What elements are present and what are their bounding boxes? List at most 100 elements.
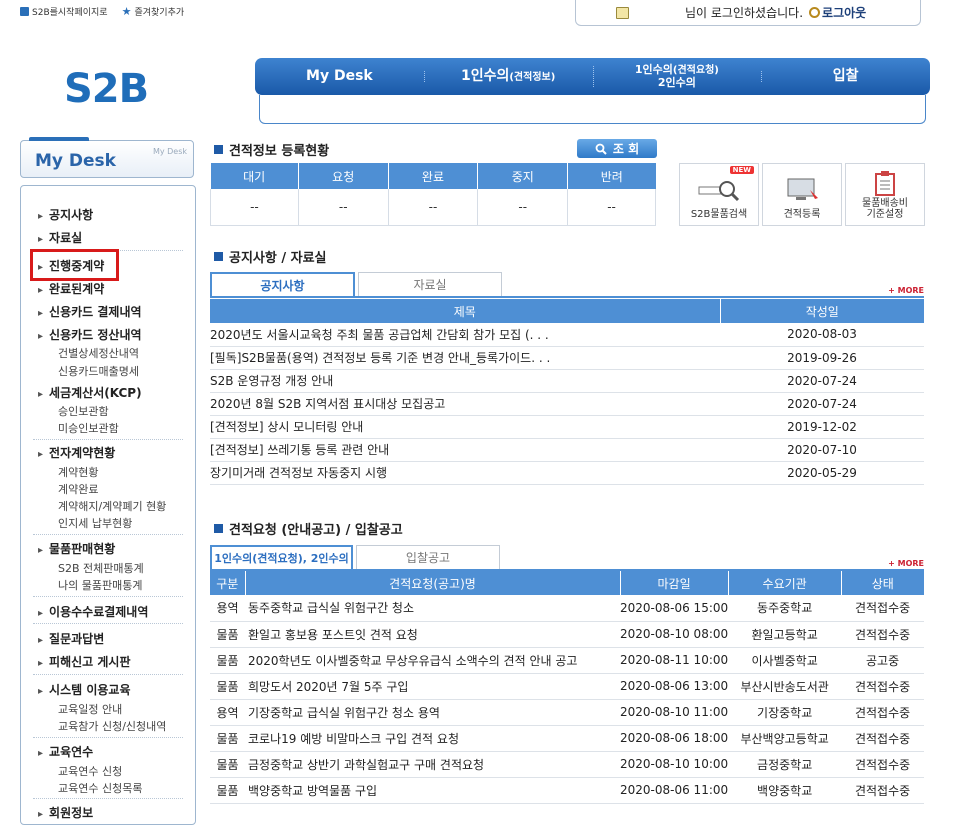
tab-notice[interactable]: 공지사항 — [210, 272, 355, 296]
sidebar-subitem[interactable]: S2B 전체판매통계 — [58, 560, 144, 576]
sidebar-subitem[interactable]: 건별상세정산내역 — [58, 345, 139, 361]
notice-date-cell: 2019-12-02 — [720, 415, 924, 439]
sidebar-subitem[interactable]: 교육참가 신청/신청내역 — [58, 718, 166, 734]
request-title-cell[interactable]: 환일고 홍보용 포스트잇 견적 요청 — [245, 621, 620, 648]
sidebar-subitem[interactable]: 교육일정 안내 — [58, 701, 122, 717]
nav-estimate-request[interactable]: 1인수의(견적요청) 2인수의 — [592, 64, 762, 88]
notice-title-cell[interactable]: [견적정보] 쓰레기통 등록 관련 안내 — [210, 438, 720, 462]
notice-date-cell: 2020-08-03 — [720, 323, 924, 347]
notice-more-link[interactable]: + MORE — [888, 286, 924, 295]
sidebar-item-member-info[interactable]: 회원정보 — [38, 804, 93, 821]
status-value[interactable]: -- — [567, 189, 656, 226]
table-row[interactable]: [견적정보] 상시 모니터링 안내 2019-12-02 — [210, 415, 924, 439]
tab-archive[interactable]: 자료실 — [358, 272, 502, 296]
add-favorite-link[interactable]: ★ 즐겨찾기추가 — [122, 5, 185, 18]
request-tabs: 1인수의(견적요청), 2인수의 입찰공고 + MORE — [210, 545, 924, 571]
sidebar-item-fee-payments[interactable]: 이용수수료결제내역 — [38, 603, 148, 620]
column-header: 구분 — [210, 571, 246, 595]
sidebar-item-sales-status[interactable]: 물품판매현황 — [38, 540, 115, 557]
estimate-status-table: 대기 요청 완료 중지 반려 -- -- -- -- -- — [210, 163, 656, 226]
sidebar-subitem[interactable]: 나의 물품판매통계 — [58, 577, 142, 593]
table-row[interactable]: 물품 2020학년도 이사벨중학교 무상우유급식 소액수의 견적 안내 공고 202… — [210, 647, 924, 674]
notice-header-row: 제목 작성일 — [210, 299, 924, 323]
status-value[interactable]: -- — [477, 189, 569, 226]
quick-label: 견적등록 — [783, 209, 821, 220]
request-deadline-cell: 2020-08-10 11:00 — [620, 699, 729, 726]
sidebar-item-qna[interactable]: 질문과답변 — [38, 630, 104, 647]
notice-title-cell[interactable]: [필독]S2B물품(용역) 견적정보 등록 기준 변경 안내_등록가이드. . … — [210, 346, 720, 370]
sidebar-subitem[interactable]: 계약현황 — [58, 464, 98, 480]
set-homepage-link[interactable]: S2B를시작페이지로 — [20, 5, 108, 18]
quick-label: 물품배송비 기준설정 — [862, 198, 908, 220]
table-row[interactable]: 2020년도 서울시교육청 주최 물품 공급업체 간담회 참가 모집 (. . … — [210, 323, 924, 347]
status-value[interactable]: -- — [210, 189, 299, 226]
sidebar-subitem[interactable]: 승인보관함 — [58, 403, 109, 419]
request-title-cell[interactable]: 백양중학교 방역물품 구입 — [245, 777, 620, 804]
nav-single-estimate-info[interactable]: 1인수의(견적정보) — [423, 69, 593, 84]
request-status-cell: 견적접수중 — [841, 751, 924, 778]
quick-shipping-settings[interactable]: 물품배송비 기준설정 — [845, 163, 925, 226]
status-value[interactable]: -- — [297, 189, 389, 226]
tab-bid-notices[interactable]: 입찰공고 — [356, 545, 500, 569]
sidebar-item-e-contract[interactable]: 전자계약현황 — [38, 444, 115, 461]
logout-button[interactable]: 로그아웃 — [809, 4, 866, 21]
set-homepage-label: S2B를시작페이지로 — [32, 7, 108, 18]
request-title-cell[interactable]: 동주중학교 급식실 위험구간 청소 — [245, 595, 620, 622]
request-agency-cell: 금정중학교 — [728, 751, 842, 778]
sidebar-item-system-training[interactable]: 시스템 이용교육 — [38, 681, 130, 698]
table-row[interactable]: 2020년 8월 S2B 지역서점 표시대상 모집공고 2020-07-24 — [210, 392, 924, 416]
status-value[interactable]: -- — [387, 189, 479, 226]
sidebar-subitem[interactable]: 미승인보관함 — [58, 420, 119, 436]
sidebar-item-completed-contracts[interactable]: 완료된계약 — [38, 280, 104, 297]
sidebar-subitem[interactable]: 교육연수 신청목록 — [58, 780, 142, 796]
table-row[interactable]: [필독]S2B물품(용역) 견적정보 등록 기준 변경 안내_등록가이드. . … — [210, 346, 924, 370]
sidebar-subitem[interactable]: 교육연수 신청 — [58, 763, 122, 779]
sidebar-item-education[interactable]: 교육연수 — [38, 743, 93, 760]
table-row[interactable]: 물품 백양중학교 방역물품 구입 2020-08-06 11:00 백양중학교 견적접수… — [210, 777, 924, 804]
sidebar-item-notice[interactable]: 공지사항 — [38, 206, 93, 223]
request-more-link[interactable]: + MORE — [888, 559, 924, 568]
request-status-cell: 견적접수중 — [841, 621, 924, 648]
sidebar-subitem[interactable]: 계약해지/계약폐기 현황 — [58, 498, 166, 514]
request-title-cell[interactable]: 희망도서 2020년 7월 5주 구입 — [245, 673, 620, 700]
notice-title-cell[interactable]: [견적정보] 상시 모니터링 안내 — [210, 415, 720, 439]
notice-title-cell[interactable]: 장기미거래 견적정보 자동중지 시행 — [210, 461, 720, 485]
sidebar-item-archive[interactable]: 자료실 — [38, 229, 82, 246]
notice-title-cell[interactable]: 2020년도 서울시교육청 주최 물품 공급업체 간담회 참가 모집 (. . … — [210, 323, 720, 347]
sidebar-subitem[interactable]: 신용카드매출명세 — [58, 363, 139, 379]
search-button[interactable]: 조 회 — [577, 139, 657, 158]
request-title-cell[interactable]: 금정중학교 상반기 과학실험교구 구매 견적요청 — [245, 751, 620, 778]
request-agency-cell: 백양중학교 — [728, 777, 842, 804]
table-row[interactable]: 물품 희망도서 2020년 7월 5주 구입 2020-08-06 13:00 부산시… — [210, 673, 924, 700]
nav-bid[interactable]: 입찰 — [761, 69, 930, 84]
sidebar-title: My Desk — [35, 151, 116, 171]
sidebar-subitem[interactable]: 인지세 납부현황 — [58, 515, 132, 531]
table-row[interactable]: 장기미거래 견적정보 자동중지 시행 2020-05-29 — [210, 461, 924, 485]
sidebar-subitem[interactable]: 계약완료 — [58, 481, 98, 497]
sidebar-item-card-payments[interactable]: 신용카드 결제내역 — [38, 303, 142, 320]
nav-mydesk[interactable]: My Desk — [255, 69, 424, 84]
quick-product-search[interactable]: NEW S2B물품검색 — [679, 163, 759, 226]
table-row[interactable]: [견적정보] 쓰레기통 등록 관련 안내 2020-07-10 — [210, 438, 924, 462]
table-row[interactable]: 용역 동주중학교 급식실 위험구간 청소 2020-08-06 15:00 동주중학교… — [210, 595, 924, 622]
notice-date-cell: 2020-07-24 — [720, 392, 924, 416]
s2b-logo[interactable]: S2B — [64, 66, 149, 112]
quick-estimate-register[interactable]: 견적등록 — [762, 163, 842, 226]
estimate-status-title: 견적정보 등록현황 — [214, 140, 329, 159]
sidebar-item-tax-invoice[interactable]: 세금계산서(KCP) — [38, 384, 142, 401]
sidebar-item-damage-report[interactable]: 피해신고 게시판 — [38, 653, 130, 670]
tab-estimate-requests[interactable]: 1인수의(견적요청), 2인수의 — [210, 545, 353, 569]
request-title-cell[interactable]: 기장중학교 급식실 위험구간 청소 용역 — [245, 699, 620, 726]
table-row[interactable]: S2B 운영규정 개정 안내 2020-07-24 — [210, 369, 924, 393]
table-row[interactable]: 물품 코로나19 예방 비말마스크 구입 견적 요청 2020-08-06 18:0… — [210, 725, 924, 752]
request-title-cell[interactable]: 코로나19 예방 비말마스크 구입 견적 요청 — [245, 725, 620, 752]
table-row[interactable]: 물품 환일고 홍보용 포스트잇 견적 요청 2020-08-10 08:00 환일고등… — [210, 621, 924, 648]
notice-title-cell[interactable]: 2020년 8월 S2B 지역서점 표시대상 모집공고 — [210, 392, 720, 416]
sidebar-item-card-settlement[interactable]: 신용카드 정산내역 — [38, 326, 142, 343]
request-title-cell[interactable]: 2020학년도 이사벨중학교 무상우유급식 소액수의 견적 안내 공고 — [245, 647, 620, 674]
request-table: 구분 견적요청(공고)명 마감일 수요기관 상태 용역 동주중학교 급식실 위험구… — [210, 571, 924, 804]
table-row[interactable]: 용역 기장중학교 급식실 위험구간 청소 용역 2020-08-10 11:00 기장… — [210, 699, 924, 726]
search-icon — [595, 143, 607, 155]
notice-title-cell[interactable]: S2B 운영규정 개정 안내 — [210, 369, 720, 393]
table-row[interactable]: 물품 금정중학교 상반기 과학실험교구 구매 견적요청 2020-08-10 10:… — [210, 751, 924, 778]
